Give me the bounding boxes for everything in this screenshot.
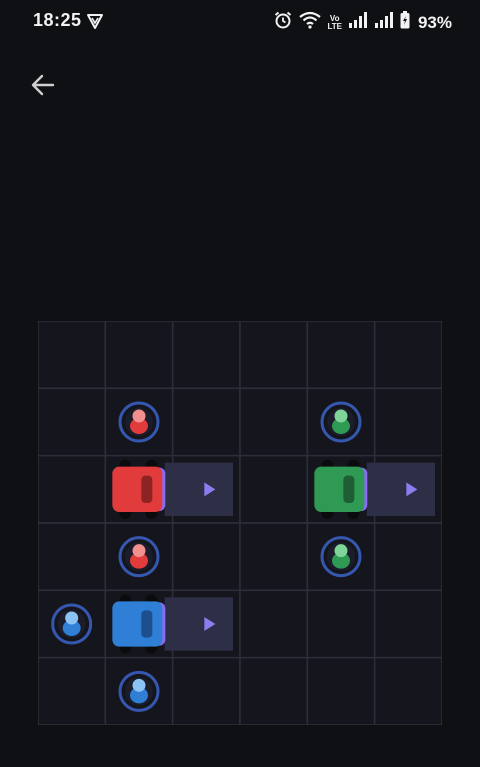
car-window: [141, 475, 153, 503]
grid-cell[interactable]: [239, 454, 309, 524]
blue-car[interactable]: [112, 594, 233, 654]
passenger-head: [65, 611, 79, 625]
signal-1-icon: [348, 12, 368, 33]
grid-cell[interactable]: [373, 387, 442, 457]
passenger-head: [132, 678, 146, 692]
grid-cell[interactable]: [373, 656, 442, 725]
grid-cell[interactable]: [239, 656, 309, 725]
grid-cell[interactable]: [171, 321, 241, 390]
game-board: [38, 321, 442, 725]
grid-cell[interactable]: [171, 387, 241, 457]
car-body: [112, 601, 163, 647]
red-car[interactable]: [112, 459, 233, 519]
grid-cell[interactable]: [306, 321, 376, 390]
volte-label-bottom: LTE: [327, 21, 342, 31]
grid-cell[interactable]: [239, 387, 309, 457]
grid-cell[interactable]: [306, 589, 376, 659]
grid-cell[interactable]: [306, 656, 376, 725]
wifi-icon: [299, 11, 322, 34]
back-button[interactable]: [26, 68, 60, 102]
grid-cell[interactable]: [38, 454, 107, 524]
car-lane: [366, 462, 435, 516]
grid-cell[interactable]: [239, 321, 309, 390]
grid-cell[interactable]: [38, 656, 107, 725]
car-body: [314, 466, 365, 512]
red-passenger[interactable]: [118, 536, 160, 578]
grid-cell[interactable]: [104, 321, 174, 390]
car-window: [343, 475, 355, 503]
passenger-head: [334, 409, 348, 423]
volte-icon: Vo LTE: [327, 14, 342, 31]
grid-cell[interactable]: [38, 387, 107, 457]
alarm-icon: [273, 10, 293, 35]
blue-passenger[interactable]: [118, 670, 160, 712]
car-window: [141, 610, 153, 638]
status-bar: 18:25 Vo LTE 93%: [0, 0, 480, 42]
arrow-left-icon: [31, 74, 55, 96]
grid-cell[interactable]: [373, 589, 442, 659]
car-body: [112, 466, 163, 512]
grid-cell[interactable]: [239, 589, 309, 659]
green-passenger[interactable]: [320, 401, 362, 443]
grid-cell[interactable]: [373, 321, 442, 390]
board-canvas: [38, 321, 442, 725]
grid-cell[interactable]: [38, 321, 107, 390]
grid-cell[interactable]: [239, 522, 309, 592]
green-passenger[interactable]: [320, 536, 362, 578]
passenger-head: [334, 544, 348, 558]
blue-passenger[interactable]: [51, 603, 93, 645]
car-lane: [164, 462, 233, 516]
green-car[interactable]: [314, 459, 435, 519]
grid-cell[interactable]: [171, 522, 241, 592]
signal-2-icon: [374, 12, 394, 33]
car-lane: [164, 597, 233, 651]
battery-icon: [400, 11, 410, 34]
shield-v-icon: [86, 12, 104, 35]
status-icons: Vo LTE 93%: [273, 10, 452, 35]
grid-cell[interactable]: [38, 522, 107, 592]
passenger-head: [132, 409, 146, 423]
red-passenger[interactable]: [118, 401, 160, 443]
status-time: 18:25: [33, 10, 82, 30]
grid-cell[interactable]: [373, 522, 442, 592]
battery-percent: 93%: [417, 12, 452, 32]
passenger-head: [132, 544, 146, 558]
grid-cell[interactable]: [171, 656, 241, 725]
